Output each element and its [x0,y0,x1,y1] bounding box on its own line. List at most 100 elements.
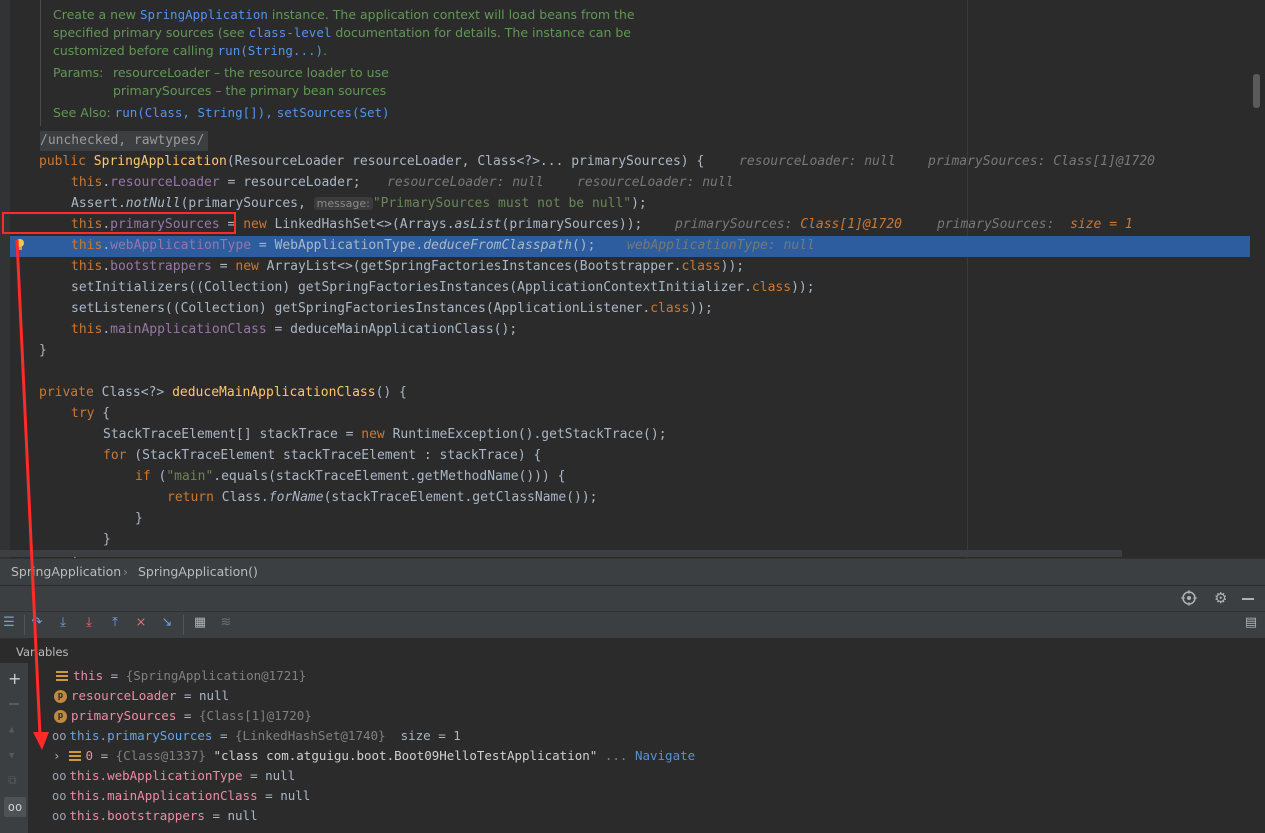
keyword: class [650,301,690,316]
copy-icon[interactable]: ⧉ [8,773,17,788]
variable-row-primarysources[interactable]: p primarySources = {Class[1]@1720} [54,706,312,726]
code-line-11[interactable]: private Class<?> deduceMainApplicationCl… [0,382,1250,403]
code-line-execution-point[interactable]: this.webApplicationType = WebApplication… [0,235,1250,256]
variables-side-toolbar: + ▲ ▼ ⧉ oo [0,663,28,833]
code-line-constructor[interactable]: public SpringApplication(ResourceLoader … [0,151,1250,172]
doc-text: customized before calling [53,43,218,58]
field: resourceLoader [110,175,220,190]
vertical-scrollbar-thumb[interactable] [1253,74,1260,108]
code-line-6[interactable]: this.bootstrappers = new ArrayList<>(get… [0,256,1250,277]
add-watch-icon[interactable]: + [8,669,21,688]
doc-link-springapplication[interactable]: SpringApplication [140,7,268,22]
variable-row-mainapplicationclass[interactable]: oo this.mainApplicationClass = null [52,786,310,806]
doc-link-run[interactable]: run(String...) [218,43,323,58]
step-over-icon[interactable]: ↷ [28,615,46,630]
code-line-15[interactable]: if ("main".equals(stackTraceElement.getM… [0,466,1250,487]
doc-link-run-class[interactable]: run(Class, String[]) [115,105,266,120]
doc-link-setsources[interactable]: setSources(Set) [277,105,390,120]
code-line-9[interactable]: this.mainApplicationClass = deduceMainAp… [0,319,1250,340]
code-line-18[interactable]: } [0,529,1250,550]
inline-debug-value-changed: Class[1]@1720 [800,217,902,232]
variable-row-this[interactable]: this = {SpringApplication@1721} [56,666,306,686]
move-up-icon[interactable]: ▲ [9,725,14,735]
breadcrumb-separator: › [123,564,128,579]
horizontal-scrollbar[interactable] [0,550,1122,557]
variable-row-element-0[interactable]: › 0 = {Class@1337} "class com.atguigu.boo… [53,746,695,766]
variable-row-resourceloader[interactable]: p resourceLoader = null [54,686,229,706]
doc-text: instance. The application context will l… [267,7,635,22]
code-line-17[interactable]: } [0,508,1250,529]
keyword: private [39,385,94,400]
keyword: if [135,469,151,484]
code-text: Assert. [71,196,126,211]
step-out-icon[interactable]: ⤒ [106,615,124,630]
show-watches-icon[interactable]: oo [4,797,26,817]
remove-watch-icon[interactable] [9,703,19,705]
keyword: new [243,217,267,232]
code-line-3[interactable]: Assert.notNull(primarySources, message: "… [0,193,1250,214]
keyword: this [71,175,103,190]
inline-debug-value: primarySources: Class[1]@1720 [928,154,1155,169]
expand-chevron-icon[interactable]: › [53,748,61,763]
force-step-into-icon[interactable]: ⤓ [80,615,98,630]
breadcrumb-item-method[interactable]: SpringApplication() [138,564,258,579]
doc-text: . [323,43,327,58]
code-text: ArrayList<>(getSpringFactoriesInstances(… [258,259,682,274]
drop-frame-icon[interactable]: ⨯ [132,615,150,630]
variable-row-this-primarysources[interactable]: oo this.primarySources = {LinkedHashSet@1… [52,726,461,746]
doc-link-class-level[interactable]: class-level [249,25,332,40]
code-text: (primarySources)); [501,217,643,232]
var-value: null [227,808,258,823]
run-to-cursor-icon[interactable]: ↘ [158,615,176,630]
folded-annotation[interactable]: /unchecked, rawtypes/ [40,130,204,151]
code-text: ( [150,469,167,484]
field: webApplicationType [110,238,252,253]
doc-see-also-label: See Also: [53,105,111,120]
var-eq: = [257,788,281,803]
code-line-2[interactable]: this.resourceLoader = resourceLoader; re… [0,172,1250,193]
code-line-16[interactable]: return Class.forName(stackTraceElement.g… [0,487,1250,508]
code-text: = resourceLoader; [219,175,361,190]
code-text: RuntimeException().getStackTrace(); [384,427,667,442]
code-line-8[interactable]: setListeners((Collection) getSpringFacto… [0,298,1250,319]
breadcrumb-item-class[interactable]: SpringApplication [11,564,121,579]
var-eq: = [242,768,266,783]
var-name: this.bootstrappers [69,808,205,823]
move-down-icon[interactable]: ▼ [9,751,14,761]
navigate-link[interactable]: Navigate [635,748,695,763]
doc-line-1: Create a new SpringApplication instance.… [53,7,635,22]
menu-lines-icon[interactable]: ☰ [0,615,18,630]
variable-row-bootstrappers[interactable]: oo this.bootstrappers = null [52,806,258,826]
code-line-annotation[interactable]: /unchecked, rawtypes/ [0,130,1250,151]
code-line-10[interactable]: } [0,340,1250,361]
intention-bulb-icon[interactable] [15,237,25,251]
code-text: (primarySources, [180,196,314,211]
var-eq: = [212,728,236,743]
layout-icon[interactable]: ▤ [1242,615,1260,630]
code-text: Class. [213,490,269,505]
code-line-7[interactable]: setInitializers((Collection) getSpringFa… [0,277,1250,298]
trace-icon[interactable]: ≋ [217,615,235,630]
code-editor[interactable]: Create a new SpringApplication instance.… [0,0,1265,558]
doc-line-2: specified primary sources (see class-lev… [53,25,631,40]
string-literal: "main" [166,469,214,484]
code-line-12[interactable]: try { [0,403,1250,424]
code-line-13[interactable]: StackTraceElement[] stackTrace = new Run… [0,424,1250,445]
variable-row-webapplicationtype[interactable]: oo this.webApplicationType = null [52,766,295,786]
doc-line-3: customized before calling run(String...)… [53,43,327,58]
gear-icon[interactable]: ⚙ [1214,589,1227,607]
var-type: {Class@1337} [115,748,206,763]
crosshair-icon[interactable] [1181,590,1197,606]
inline-debug-value: primarySources: [675,217,801,232]
doc-text: documentation for details. The instance … [331,25,631,40]
step-into-icon[interactable]: ⤓ [54,615,72,630]
minimize-icon[interactable] [1242,598,1254,600]
doc-text: specified primary sources (see [53,25,249,40]
evaluate-expression-icon[interactable]: ▦ [191,615,209,630]
var-eq: = [204,808,228,823]
breadcrumb: SpringApplication › SpringApplication() [0,558,1265,586]
code-line-14[interactable]: for (StackTraceElement stackTraceElement… [0,445,1250,466]
keyword: class [751,280,792,295]
code-text: } [135,511,143,526]
method-name: SpringApplication [93,154,227,169]
